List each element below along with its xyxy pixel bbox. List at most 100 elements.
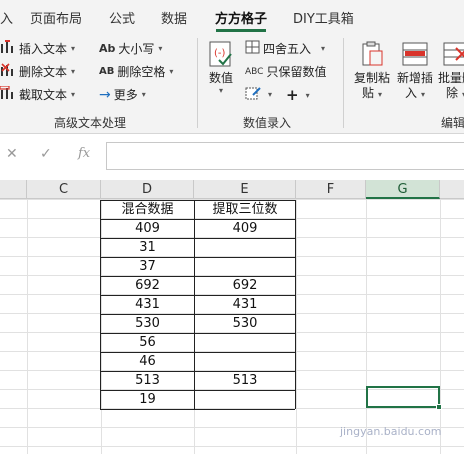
column-header-d[interactable]: D	[101, 180, 194, 199]
cell-e-extract[interactable]	[194, 333, 296, 352]
format-cells-button[interactable]: ▾	[245, 86, 272, 103]
table-border-horizontal	[100, 409, 295, 410]
tab-formulas[interactable]: 公式	[109, 8, 135, 27]
add-button[interactable]: + ▾	[286, 86, 310, 104]
cancel-icon[interactable]: ✕	[6, 146, 18, 162]
delete-text-icon	[0, 63, 16, 80]
column-header-c[interactable]: C	[27, 180, 101, 199]
clipboard-icon	[358, 40, 386, 71]
group-divider	[197, 38, 198, 128]
delete-spaces-button[interactable]: AB 删除空格 ▾	[99, 63, 173, 80]
formula-input[interactable]	[106, 142, 464, 170]
delete-spaces-icon: AB	[99, 66, 115, 77]
batch-delete-label-line2-text: 除	[445, 86, 458, 100]
cut-text-button[interactable]: 截取文本 ▾	[0, 85, 76, 103]
cell-d-mixed[interactable]: 31	[101, 238, 194, 257]
chevron-down-icon: ▾	[268, 90, 273, 99]
tab-diy-toolbox[interactable]: DIY工具箱	[293, 8, 354, 27]
numeric-button[interactable]: (-) 数值 ▾	[204, 40, 238, 95]
column-header-f[interactable]: F	[296, 180, 366, 199]
chevron-down-icon: ▾	[71, 44, 76, 53]
column-header-h[interactable]	[440, 180, 464, 199]
cell-d-mixed[interactable]: 37	[101, 257, 194, 276]
column-header-g[interactable]: G	[366, 180, 440, 199]
cut-text-label: 截取文本	[19, 88, 68, 102]
cell-e-extract[interactable]	[194, 390, 296, 409]
arrow-right-icon: →	[99, 86, 111, 103]
more-label: 更多	[113, 88, 138, 102]
batch-insert-button[interactable]: 新增插 入 ▾	[394, 40, 436, 102]
cell-e-extract[interactable]: 513	[194, 371, 296, 390]
active-tab-indicator	[216, 29, 266, 32]
cut-text-icon	[0, 85, 16, 103]
case-button[interactable]: Ab 大小写 ▾	[99, 40, 162, 57]
chevron-down-icon: ▾	[378, 90, 383, 99]
cell-d-mixed[interactable]: 19	[101, 390, 194, 409]
column-header-e[interactable]: E	[194, 180, 296, 199]
round-icon	[245, 40, 260, 57]
fill-handle[interactable]	[436, 404, 442, 410]
gridline-horizontal	[0, 446, 464, 447]
round-button[interactable]: 四舍五入 ▾	[245, 40, 325, 57]
chevron-down-icon: ▾	[321, 44, 326, 53]
insert-rows-icon	[401, 40, 429, 71]
edit-cells-icon	[245, 86, 261, 103]
confirm-icon[interactable]: ✓	[40, 146, 52, 162]
text-group-label: 高级文本处理	[54, 116, 127, 130]
chevron-down-icon: ▾	[71, 90, 76, 99]
header-cell-mixed[interactable]: 混合数据	[101, 200, 194, 219]
cell-d-mixed[interactable]: 513	[101, 371, 194, 390]
chevron-down-icon: ▾	[218, 86, 223, 95]
keep-numbers-button[interactable]: ABC 只保留数值	[245, 63, 326, 80]
batch-insert-label-line2-text: 入	[404, 86, 417, 100]
cell-e-extract[interactable]: 431	[194, 295, 296, 314]
cell-e-extract[interactable]	[194, 257, 296, 276]
case-icon: Ab	[99, 42, 116, 55]
batch-delete-button[interactable]: 批量删 除▾	[436, 40, 464, 102]
copy-paste-label-line2: 贴 ▾	[362, 86, 382, 102]
cell-e-extract[interactable]	[194, 352, 296, 371]
batch-insert-label: 新增插	[396, 71, 433, 85]
tab-fangfanggezi[interactable]: 方方格子	[215, 8, 267, 27]
tab-page-layout[interactable]: 页面布局	[30, 8, 82, 27]
header-cell-extract[interactable]: 提取三位数	[194, 200, 296, 219]
cell-e-extract[interactable]: 692	[194, 276, 296, 295]
cell-e-extract[interactable]: 409	[194, 219, 296, 238]
tab-data[interactable]: 数据	[161, 8, 187, 27]
insert-text-icon	[0, 40, 16, 57]
ribbon-tab-bar: 入 页面布局 公式 数据 方方格子 DIY工具箱	[0, 0, 464, 34]
abc-icon: ABC	[245, 66, 264, 77]
cell-d-mixed[interactable]: 530	[101, 314, 194, 333]
fx-icon[interactable]: fx	[78, 146, 90, 161]
edit-group-label: 编辑	[441, 116, 464, 130]
delete-text-button[interactable]: 删除文本 ▾	[0, 63, 75, 80]
group-divider	[343, 38, 344, 128]
more-button[interactable]: → 更多 ▾	[99, 86, 146, 103]
insert-text-label: 插入文本	[19, 42, 68, 56]
cell-d-mixed[interactable]: 46	[101, 352, 194, 371]
tab-insert[interactable]: 入	[0, 8, 13, 27]
numeric-label: 数值	[208, 71, 233, 85]
cell-e-extract[interactable]: 530	[194, 314, 296, 333]
insert-text-button[interactable]: 插入文本 ▾	[0, 40, 75, 57]
column-header-b[interactable]	[0, 180, 27, 199]
watermark-text: jingyan.baidu.com	[340, 425, 442, 438]
spreadsheet-grid: C D E F G 混合数据 提取三位数 409 409 31 37 692 6…	[0, 180, 464, 454]
chevron-down-icon: ▾	[71, 67, 76, 76]
cell-d-mixed[interactable]: 56	[101, 333, 194, 352]
numeric-icon: (-)	[207, 40, 235, 71]
batch-insert-label-line2: 入 ▾	[405, 86, 425, 102]
cell-d-mixed[interactable]: 409	[101, 219, 194, 238]
delete-text-label: 删除文本	[19, 65, 68, 79]
cell-d-mixed[interactable]: 692	[101, 276, 194, 295]
cell-d-mixed[interactable]: 431	[101, 295, 194, 314]
chevron-down-icon: ▾	[141, 90, 146, 99]
svg-text:(-): (-)	[214, 48, 226, 59]
chevron-down-icon: ▾	[158, 44, 163, 53]
chevron-down-icon: ▾	[169, 67, 174, 76]
copy-paste-button[interactable]: 复制粘 贴 ▾	[352, 40, 392, 102]
batch-delete-label-line2: 除▾	[446, 86, 464, 102]
active-cell-selection[interactable]	[366, 386, 440, 408]
cell-e-extract[interactable]	[194, 238, 296, 257]
chevron-down-icon: ▾	[305, 90, 310, 100]
